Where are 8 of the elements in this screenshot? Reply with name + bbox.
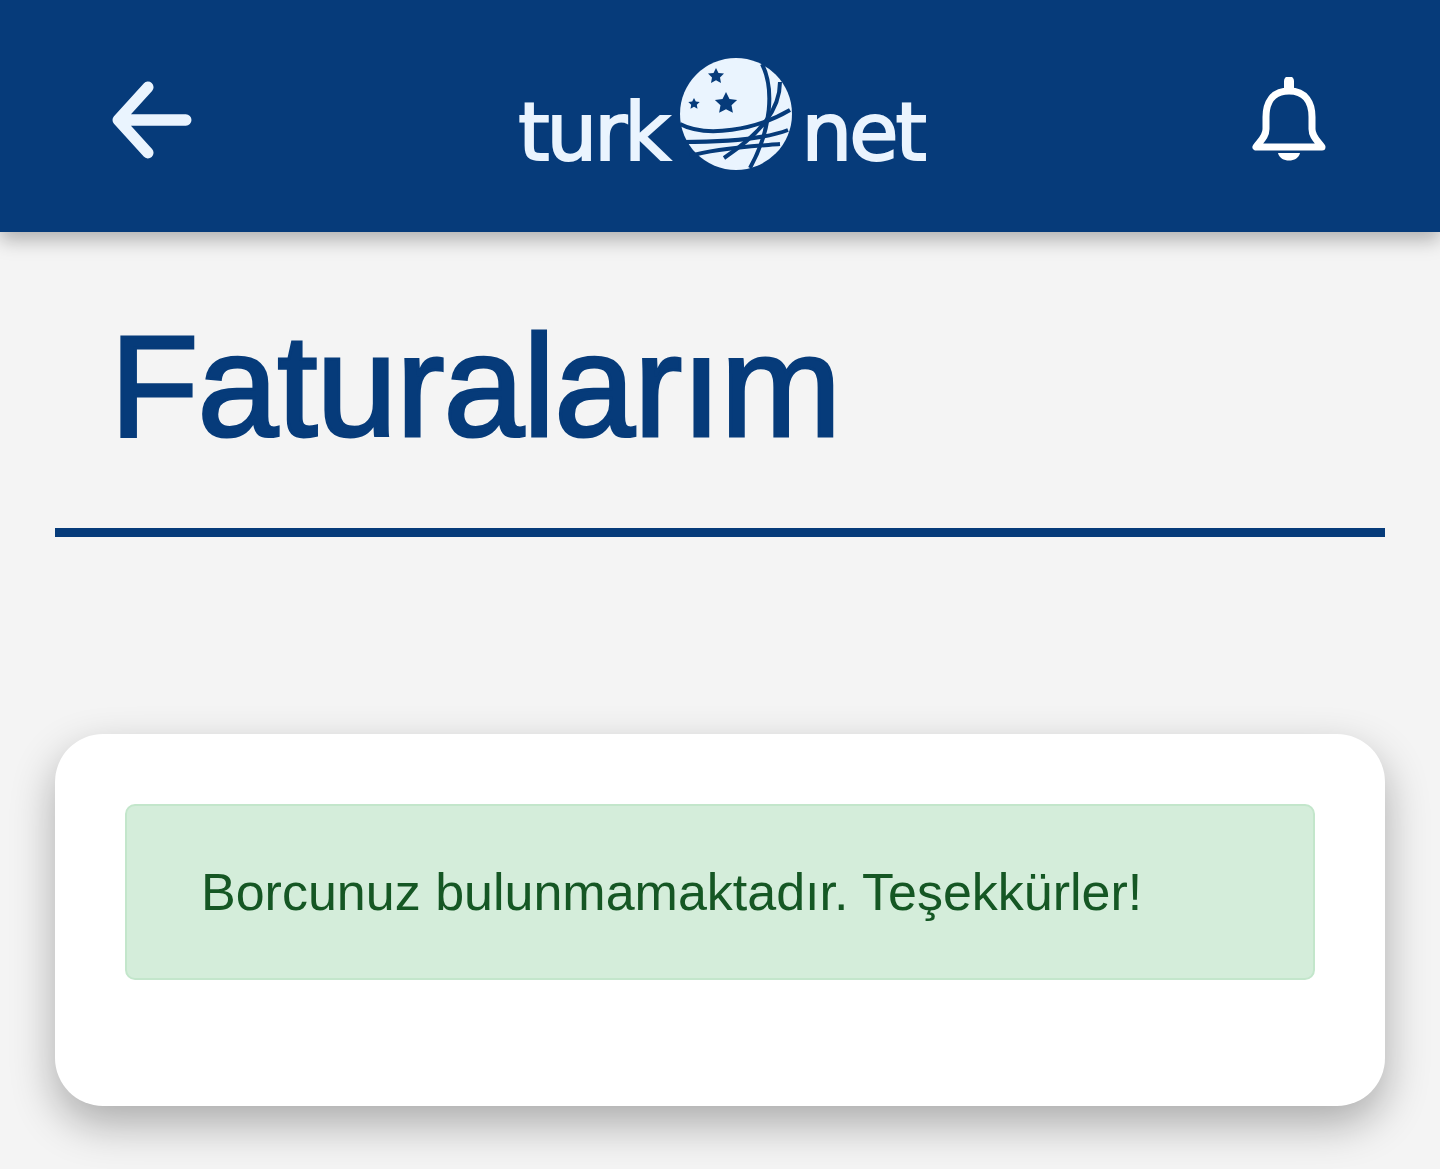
logo-text: net [801,93,924,173]
back-button[interactable] [112,81,192,159]
logo-text: turk [518,93,668,173]
notifications-button[interactable] [1250,77,1328,163]
alert-message: Borcunuz bulunmamaktadır. Teşekkürler! [201,862,1143,923]
bell-icon [1250,77,1328,163]
back-arrow-icon [112,81,192,159]
page-title: Faturalarım [110,306,841,466]
